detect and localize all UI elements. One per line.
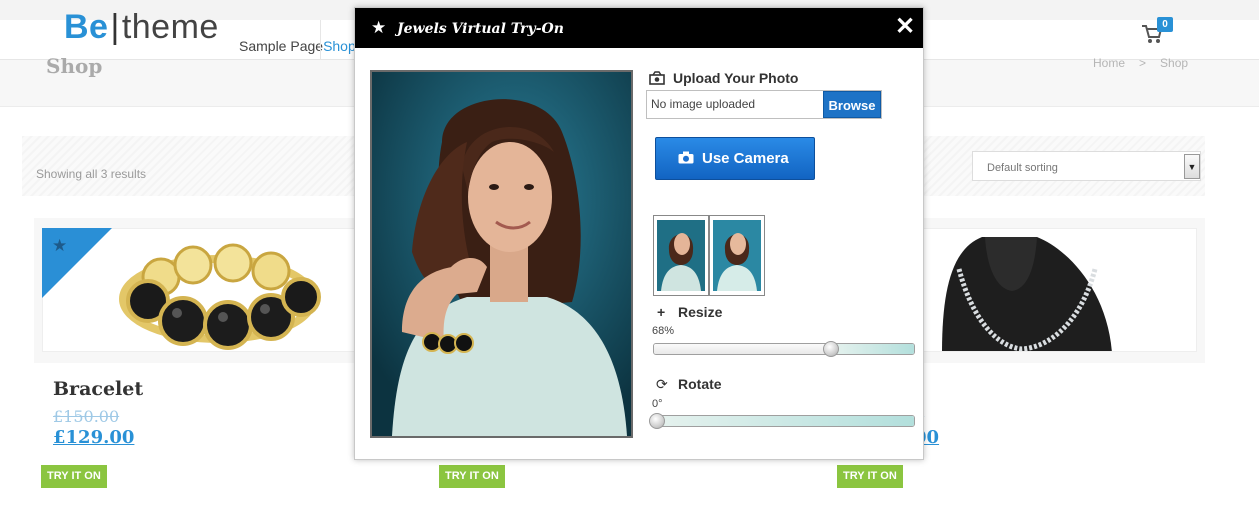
page-title: Shop xyxy=(46,54,103,78)
star-icon: ★ xyxy=(371,18,387,37)
sorting-selected-value: Default sorting xyxy=(987,162,1058,174)
upload-status-text: No image uploaded xyxy=(651,97,756,111)
model-photo xyxy=(372,72,631,436)
photo-thumbnails xyxy=(653,215,765,296)
use-camera-label: Use Camera xyxy=(702,150,789,167)
main-nav: Sample Page Shop xyxy=(239,38,356,54)
product-price[interactable]: £129.00 xyxy=(53,427,134,448)
dropdown-arrow-icon[interactable]: ▼ xyxy=(1184,154,1200,179)
product-old-price: £150.00 xyxy=(53,407,120,426)
thumbnail-photo[interactable] xyxy=(709,215,765,296)
breadcrumb-home[interactable]: Home xyxy=(1093,56,1125,70)
logo-theme: theme xyxy=(121,8,219,46)
star-icon: ★ xyxy=(52,236,68,255)
nav-item-shop[interactable]: Shop xyxy=(323,38,356,54)
rotate-icon: ⟳ xyxy=(656,376,668,392)
slider-fill xyxy=(654,416,914,426)
sorting-select[interactable]: Default sorting ▼ xyxy=(972,151,1201,181)
breadcrumb: Home > Shop xyxy=(1093,56,1188,70)
product-name[interactable]: Bracelet xyxy=(53,378,143,400)
try-on-photo[interactable] xyxy=(370,70,633,438)
product-card-bracelet[interactable]: ★ Bracelet £150.00 £129.00 xyxy=(34,218,401,463)
rotate-value: 0° xyxy=(652,398,663,410)
use-camera-button[interactable]: Use Camera xyxy=(655,137,815,180)
thumbnail-image xyxy=(657,220,705,291)
nav-item-sample-page[interactable]: Sample Page xyxy=(239,38,323,54)
thumbnail-image xyxy=(713,220,761,291)
site-logo[interactable]: Be|theme xyxy=(64,10,219,44)
browse-button[interactable]: Browse xyxy=(823,91,881,118)
resize-slider-handle[interactable] xyxy=(823,341,839,357)
plus-icon: + xyxy=(657,304,666,320)
modal-title: Jewels Virtual Try-On xyxy=(397,21,564,37)
camera-icon xyxy=(678,151,694,164)
resize-label: Resize xyxy=(678,304,723,320)
try-it-on-button[interactable]: TRY IT ON xyxy=(439,465,505,488)
logo-be: Be xyxy=(64,8,109,46)
upload-icon xyxy=(649,71,665,88)
results-count: Showing all 3 results xyxy=(36,167,147,181)
modal-header: ★ Jewels Virtual Try-On ✕ xyxy=(355,8,923,48)
resize-slider[interactable] xyxy=(653,343,915,355)
rotate-slider-handle[interactable] xyxy=(649,413,665,429)
upload-label: Upload Your Photo xyxy=(673,70,799,86)
try-it-on-button[interactable]: TRY IT ON xyxy=(837,465,903,488)
cart-count-badge: 0 xyxy=(1157,17,1173,32)
breadcrumb-current: Shop xyxy=(1160,56,1189,70)
slider-fill xyxy=(832,344,914,354)
resize-value: 68% xyxy=(652,325,675,337)
rotate-label: Rotate xyxy=(678,376,722,392)
breadcrumb-separator: > xyxy=(1139,56,1147,70)
logo-divider: | xyxy=(110,8,120,46)
virtual-try-on-modal: ★ Jewels Virtual Try-On ✕ Upload Your Ph… xyxy=(354,7,924,460)
close-icon[interactable]: ✕ xyxy=(895,12,915,41)
try-it-on-button[interactable]: TRY IT ON xyxy=(41,465,107,488)
rotate-slider[interactable] xyxy=(653,415,915,427)
thumbnail-photo[interactable] xyxy=(653,215,709,296)
file-upload-field[interactable]: No image uploaded Browse xyxy=(646,90,882,119)
